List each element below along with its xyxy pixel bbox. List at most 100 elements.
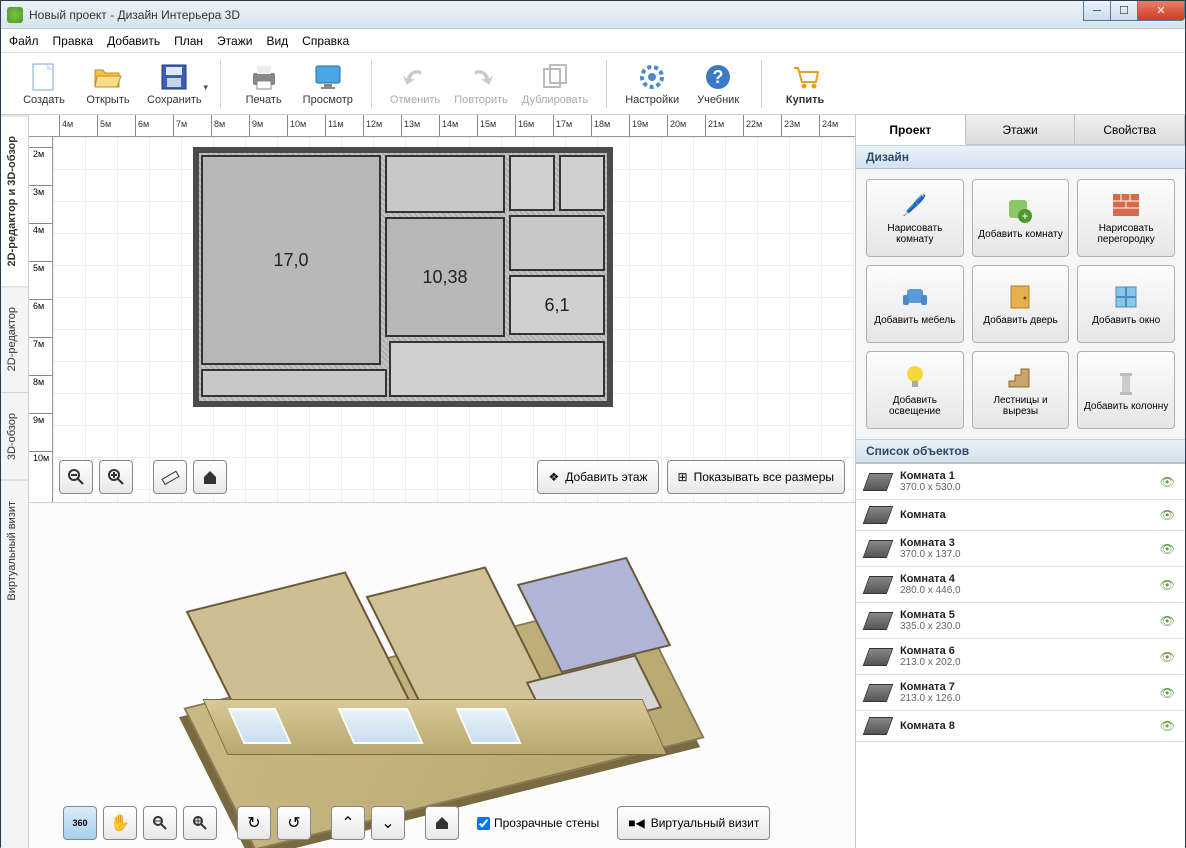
cart-icon — [790, 62, 820, 92]
list-item[interactable]: Комната 1370.0 x 530.0👁 — [856, 464, 1185, 500]
objects-header: Список объектов — [856, 439, 1185, 463]
menu-view[interactable]: Вид — [266, 34, 288, 48]
preview-button[interactable]: Просмотр — [303, 62, 353, 106]
app-window: Новый проект - Дизайн Интерьера 3D ─ ☐ ✕… — [0, 0, 1186, 847]
rotate-cw-button[interactable]: ↻ — [237, 806, 271, 840]
canvas-2d[interactable]: 17,0 10,38 6,1 — [53, 137, 855, 502]
create-button[interactable]: Создать — [19, 62, 69, 106]
buy-button[interactable]: Купить — [780, 62, 830, 106]
room-hall[interactable] — [509, 215, 605, 271]
add-floor-button[interactable]: ❖ Добавить этаж — [537, 460, 658, 494]
room-3[interactable]: 6,1 — [509, 275, 605, 335]
eye-icon[interactable]: 👁 — [1160, 719, 1175, 733]
room-kitchen[interactable] — [389, 341, 605, 397]
add-light-button[interactable]: Добавить освещение — [866, 351, 964, 429]
menu-help[interactable]: Справка — [302, 34, 349, 48]
room-balcony1[interactable] — [201, 369, 387, 397]
list-item[interactable]: Комната 7213.0 x 126.0👁 — [856, 675, 1185, 711]
tab-2d-3d[interactable]: 2D-редактор и 3D-обзор — [1, 115, 28, 286]
plan-2d-view[interactable]: 2м3м4м5м6м7м8м9м10м 17,0 10,38 6,1 — [29, 137, 855, 502]
dropdown-arrow-icon[interactable]: ▼ — [202, 83, 210, 92]
room-corridor[interactable] — [385, 155, 505, 213]
zoom-in-button[interactable] — [99, 460, 133, 494]
save-button[interactable]: Сохранить ▼ — [147, 62, 202, 106]
add-room-button[interactable]: +Добавить комнату — [972, 179, 1070, 257]
eye-icon[interactable]: 👁 — [1160, 542, 1175, 556]
menu-floors[interactable]: Этажи — [217, 34, 252, 48]
tab-floors[interactable]: Этажи — [966, 115, 1076, 144]
list-item[interactable]: Комната👁 — [856, 500, 1185, 531]
maximize-button[interactable]: ☐ — [1110, 1, 1138, 21]
zoom-out-3d-button[interactable] — [143, 806, 177, 840]
home-button[interactable] — [193, 460, 227, 494]
tab-2d[interactable]: 2D-редактор — [1, 286, 28, 391]
stairs-button[interactable]: Лестницы и вырезы — [972, 351, 1070, 429]
redo-button[interactable]: Повторить — [454, 62, 508, 106]
ruler-button[interactable] — [153, 460, 187, 494]
eye-icon[interactable]: 👁 — [1160, 686, 1175, 700]
settings-button[interactable]: Настройки — [625, 62, 679, 106]
close-button[interactable]: ✕ — [1137, 1, 1185, 21]
tab-3d[interactable]: 3D-обзор — [1, 392, 28, 480]
tab-project[interactable]: Проект — [856, 115, 966, 145]
eye-icon[interactable]: 👁 — [1160, 508, 1175, 522]
add-column-button[interactable]: Добавить колонну — [1077, 351, 1175, 429]
workarea: 4м5м6м7м8м9м10м11м12м13м14м15м16м17м18м1… — [29, 115, 855, 848]
tab-properties[interactable]: Свойства — [1075, 115, 1185, 144]
model-3d[interactable] — [179, 523, 709, 813]
list-item[interactable]: Комната 4280.0 x 446.0👁 — [856, 567, 1185, 603]
zoom-in-3d-button[interactable] — [183, 806, 217, 840]
room-wc[interactable] — [509, 155, 555, 211]
design-header: Дизайн — [856, 145, 1185, 169]
undo-button[interactable]: Отменить — [390, 62, 440, 106]
home-3d-button[interactable] — [425, 806, 459, 840]
cube-icon — [863, 648, 894, 666]
door-icon — [1005, 283, 1035, 311]
add-door-button[interactable]: Добавить дверь — [972, 265, 1070, 343]
view-up-button[interactable]: ⌃ — [331, 806, 365, 840]
room-bath[interactable] — [559, 155, 605, 211]
duplicate-button[interactable]: Дублировать — [522, 62, 588, 106]
minimize-button[interactable]: ─ — [1083, 1, 1111, 21]
list-item[interactable]: Комната 5335.0 x 230.0👁 — [856, 603, 1185, 639]
menu-add[interactable]: Добавить — [107, 34, 160, 48]
rotate-ccw-button[interactable]: ↺ — [277, 806, 311, 840]
transparent-walls-checkbox[interactable]: Прозрачные стены — [477, 816, 599, 830]
menu-plan[interactable]: План — [174, 34, 203, 48]
printer-icon — [249, 62, 279, 92]
view-down-button[interactable]: ⌄ — [371, 806, 405, 840]
menu-file[interactable]: Файл — [9, 34, 39, 48]
eye-icon[interactable]: 👁 — [1160, 614, 1175, 628]
add-window-button[interactable]: Добавить окно — [1077, 265, 1175, 343]
rotate-360-button[interactable]: 360 — [63, 806, 97, 840]
add-furniture-button[interactable]: Добавить мебель — [866, 265, 964, 343]
horizontal-ruler: 4м5м6м7м8м9м10м11м12м13м14м15м16м17м18м1… — [29, 115, 855, 137]
layers-icon: ❖ — [548, 470, 559, 484]
tab-virtual[interactable]: Виртуальный визит — [1, 480, 28, 621]
room-2[interactable]: 10,38 — [385, 217, 505, 337]
draw-partition-button[interactable]: Нарисовать перегородку — [1077, 179, 1175, 257]
eye-icon[interactable]: 👁 — [1160, 475, 1175, 489]
object-name: Комната 7 — [900, 681, 1150, 693]
floorplan[interactable]: 17,0 10,38 6,1 — [193, 147, 613, 407]
view-3d[interactable]: 360 ✋ ↻ ↺ ⌃ ⌄ Прозрачные стены — [29, 502, 855, 848]
cube-icon — [863, 684, 894, 702]
draw-room-button[interactable]: 🖊️Нарисовать комнату — [866, 179, 964, 257]
pan-button[interactable]: ✋ — [103, 806, 137, 840]
cube-icon — [863, 612, 894, 630]
menu-edit[interactable]: Правка — [53, 34, 94, 48]
object-dimensions: 280.0 x 446.0 — [900, 585, 1150, 596]
eye-icon[interactable]: 👁 — [1160, 578, 1175, 592]
list-item[interactable]: Комната 3370.0 x 137.0👁 — [856, 531, 1185, 567]
list-item[interactable]: Комната 8👁 — [856, 711, 1185, 742]
tutorial-button[interactable]: ? Учебник — [693, 62, 743, 106]
print-button[interactable]: Печать — [239, 62, 289, 106]
open-button[interactable]: Открыть — [83, 62, 133, 106]
eye-icon[interactable]: 👁 — [1160, 650, 1175, 664]
zoom-out-button[interactable] — [59, 460, 93, 494]
virtual-visit-button[interactable]: ■◀ Виртуальный визит — [617, 806, 770, 840]
show-dimensions-button[interactable]: ⊞ Показывать все размеры — [667, 460, 845, 494]
room-1[interactable]: 17,0 — [201, 155, 381, 365]
list-item[interactable]: Комната 6213.0 x 202.0👁 — [856, 639, 1185, 675]
cube-icon — [863, 540, 894, 558]
